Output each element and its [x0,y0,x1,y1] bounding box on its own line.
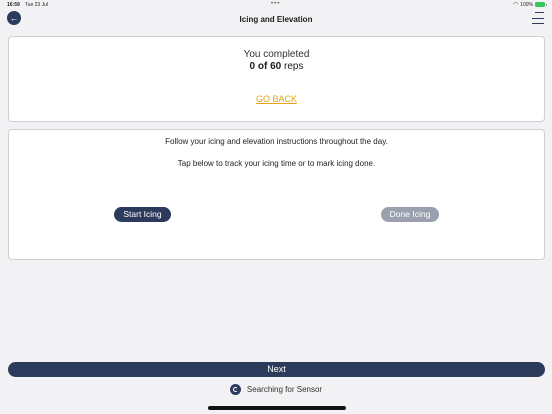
arrow-left-icon: ← [9,13,19,23]
menu-icon-line [535,12,544,13]
home-indicator[interactable] [208,406,346,410]
status-bar: 16:59 Tue 23 Jul ••• ◠ 100% [0,0,552,9]
wifi-icon: ◠ [512,2,519,8]
page-title: Icing and Elevation [239,15,313,24]
battery-icon [535,2,547,7]
menu-icon-line [532,23,544,24]
go-back-link[interactable]: GO BACK [256,94,297,104]
sensor-status-label: Searching for Sensor [246,384,323,394]
completed-label: You completed [243,49,310,60]
progress-card: You completed 0 of 60 reps GO BACK [8,36,545,122]
status-time: 16:59 [7,1,20,8]
icing-instruction: Follow your icing and elevation instruct… [165,137,388,146]
status-right: ◠ 100% [512,1,547,8]
start-icing-button[interactable]: Start Icing [114,207,171,222]
nav-bar: ← Icing and Elevation [0,9,552,30]
sensor-status: Searching for Sensor [0,383,552,395]
done-icing-button[interactable]: Done Icing [381,207,439,222]
reps-unit: reps [284,61,304,72]
tracking-instruction: Tap below to track your icing time or to… [177,159,376,168]
menu-button[interactable] [532,12,544,24]
multitask-dots[interactable]: ••• [271,1,280,7]
battery-percent: 100% [520,1,533,8]
sensor-search-icon [229,383,241,395]
icing-card: Follow your icing and elevation instruct… [8,129,545,260]
next-button[interactable]: Next [8,362,545,377]
reps-count: 0 of 60 [249,61,282,72]
menu-icon-line [532,17,544,19]
back-button[interactable]: ← [7,11,21,25]
reps-summary: 0 of 60 reps [9,61,544,72]
status-date: Tue 23 Jul [24,1,48,8]
status-left: 16:59 Tue 23 Jul [7,2,48,8]
